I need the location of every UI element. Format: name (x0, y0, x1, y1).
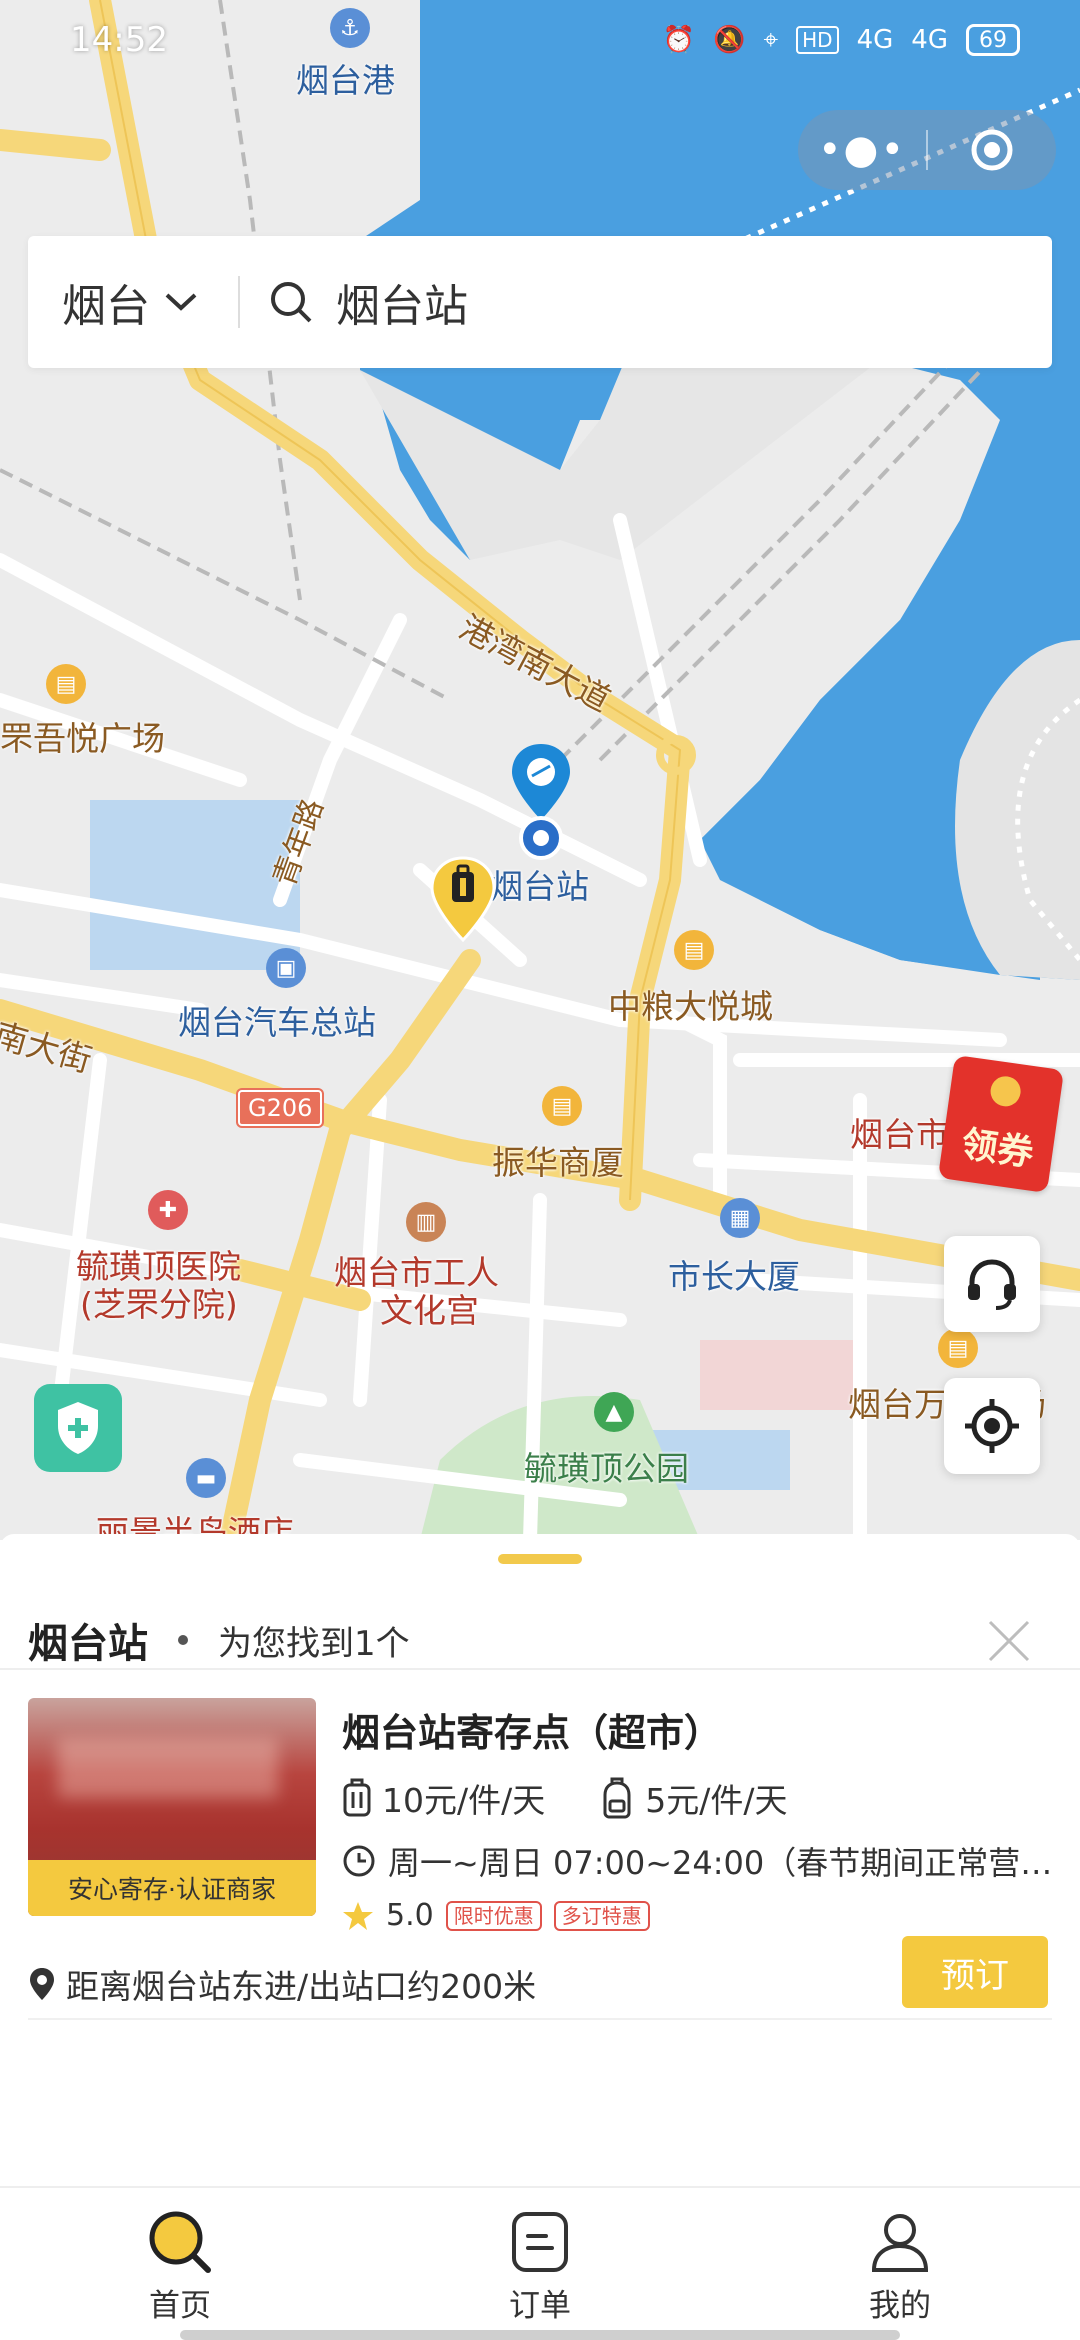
map-label-city-short[interactable]: 烟台市 (850, 1118, 949, 1151)
small-price-text: 5元/件/天 (645, 1781, 788, 1820)
city-name: 烟台 (62, 281, 150, 332)
signal-icon: 4G (856, 25, 894, 55)
map-label-mayor[interactable]: 市长大厦 (668, 1260, 800, 1293)
home-indicator[interactable] (180, 2330, 900, 2340)
mall-icon: ▤ (542, 1086, 582, 1126)
park-tree-icon: ▲ (594, 1392, 634, 1432)
search-icon (271, 282, 312, 323)
map-label-zhenhua[interactable]: 振华商厦 (492, 1146, 624, 1179)
result-header: 烟台站 为您找到1个 (28, 1590, 1052, 1690)
map-label-park[interactable]: 毓璜顶公园 (524, 1452, 689, 1485)
suitcase-icon (343, 1778, 371, 1817)
distance-row: 距离烟台站东进/出站口约200米 (28, 1960, 536, 2008)
hotel-icon: ▬ (186, 1458, 226, 1498)
bus-icon: ▣ (266, 948, 306, 988)
storage-list-item[interactable]: 安心寄存·认证商家 烟台站寄存点（超市） 10元/件/天 5元/件/天 周一~周… (28, 1698, 1058, 2020)
clock-icon (343, 1845, 375, 1877)
map-label-zhongliang[interactable]: 中粮大悦城 (608, 990, 773, 1023)
shield-plus-icon (58, 1402, 98, 1454)
result-count: 为您找到1个 (218, 1623, 410, 1664)
map-label-station[interactable]: 烟台站 (490, 870, 589, 903)
location-pin-icon (30, 1968, 54, 2000)
signal-icon-2: 4G (911, 25, 948, 55)
map-view[interactable]: ⚓ 烟台港 港湾南大道 ▤ 罘吾悦广场 青年路 烟台站 ▣ 烟台汽车总站 ▤ 中… (0, 0, 1080, 1540)
more-menu-icon[interactable]: •●• (798, 110, 926, 190)
rating-row: 5.0 限时优惠 多订特惠 (342, 1898, 650, 1933)
book-button[interactable]: 预订 (902, 1936, 1048, 2008)
office-building-icon: ▦ (720, 1198, 760, 1238)
map-label-bus-station[interactable]: 烟台汽车总站 (178, 1006, 376, 1039)
backpack-icon (603, 1777, 631, 1819)
close-miniprogram-icon[interactable] (928, 110, 1056, 190)
home-search-icon (149, 2211, 211, 2273)
hospital-icon: ✚ (148, 1190, 188, 1230)
headset-icon (968, 1259, 1016, 1310)
customer-service-button[interactable] (944, 1236, 1040, 1332)
large-luggage-price: 10元/件/天 (342, 1774, 545, 1822)
promo-tag: 多订特惠 (553, 1900, 650, 1931)
insurance-shield-button[interactable] (34, 1384, 122, 1472)
status-bar: 14:52 ⏰ 🔕 ⌖ HD 4G 4G 69 (0, 0, 1080, 80)
tab-orders-label: 订单 (509, 2288, 571, 2324)
city-selector[interactable]: 烟台 (28, 270, 238, 334)
mute-icon: 🔕 (713, 25, 746, 55)
divider (0, 1668, 1080, 1670)
close-icon[interactable] (986, 1618, 1032, 1664)
map-label-hospital[interactable]: 毓璜顶医院 (76, 1250, 241, 1283)
tab-home-label: 首页 (149, 2288, 211, 2324)
search-input[interactable]: 烟台站 (240, 270, 468, 334)
status-icons: ⏰ 🔕 ⌖ HD 4G 4G 69 (663, 24, 1020, 56)
hours-row: 周一~周日 07:00~24:00（春节期间正常营业） (342, 1838, 1062, 1884)
thumbnail-blur (58, 1738, 278, 1798)
tab-home[interactable]: 首页 (0, 2188, 360, 2340)
order-icon (512, 2212, 568, 2272)
distance-text: 距离烟台站东进/出站口约200米 (66, 1967, 537, 2006)
locate-me-button[interactable] (944, 1378, 1040, 1474)
large-price-text: 10元/件/天 (382, 1781, 546, 1820)
battery-icon: 69 (966, 24, 1020, 56)
locate-icon (965, 1399, 1019, 1453)
mall-icon: ▤ (674, 930, 714, 970)
location-icon: ⌖ (763, 24, 779, 55)
profile-icon (871, 2214, 929, 2272)
tab-orders[interactable]: 订单 (360, 2188, 720, 2340)
mall-icon: ▤ (938, 1328, 978, 1368)
result-panel: 烟台站 为您找到1个 安心寄存·认证商家 烟台站寄存点（超市） 10元/件/天 … (0, 1534, 1080, 2186)
price-row: 10元/件/天 5元/件/天 (342, 1774, 841, 1822)
promo-tag: 限时优惠 (445, 1900, 542, 1931)
search-bar: 烟台 烟台站 (28, 236, 1052, 368)
miniprogram-capsule: •●• (798, 110, 1056, 190)
bottom-tab-bar: 首页 订单 我的 (0, 2186, 1080, 2340)
result-title: 烟台站 (28, 1621, 148, 1667)
hd-icon: HD (796, 26, 839, 54)
alarm-icon: ⏰ (662, 25, 696, 55)
certified-badge: 安心寄存·认证商家 (28, 1860, 316, 1916)
small-luggage-price: 5元/件/天 (599, 1774, 787, 1822)
chevron-down-icon (165, 293, 197, 311)
coupon-button[interactable]: 领券 (937, 1054, 1065, 1194)
tab-profile-label: 我的 (869, 2288, 931, 2324)
g206-road-shield: G206 (238, 1090, 323, 1126)
storage-thumbnail: 安心寄存·认证商家 (28, 1698, 316, 1916)
map-label-culture-palace[interactable]: 烟台市工人 (334, 1256, 499, 1289)
map-label-culture-palace-2: 文化宫 (380, 1291, 479, 1330)
coin-icon (988, 1074, 1023, 1109)
rating-value: 5.0 (386, 1898, 434, 1933)
star-icon (343, 1901, 373, 1930)
map-label-plaza[interactable]: 罘吾悦广场 (0, 722, 165, 755)
search-query: 烟台站 (336, 281, 468, 332)
drag-handle[interactable] (498, 1554, 582, 1564)
storage-name: 烟台站寄存点（超市） (342, 1711, 723, 1755)
status-time: 14:52 (70, 20, 168, 60)
map-label-hospital-branch: (芝罘分院) (80, 1285, 238, 1324)
coupon-label: 领券 (958, 1123, 1036, 1175)
opening-hours: 周一~周日 07:00~24:00（春节期间正常营业） (388, 1844, 1058, 1882)
culture-palace-icon: ▥ (406, 1202, 446, 1242)
separator-dot (178, 1635, 188, 1645)
mall-icon: ▤ (46, 664, 86, 704)
luggage-storage-pin[interactable] (430, 856, 496, 942)
station-location-pin[interactable] (510, 742, 572, 860)
card-divider (28, 2018, 1052, 2020)
tab-profile[interactable]: 我的 (720, 2188, 1080, 2340)
